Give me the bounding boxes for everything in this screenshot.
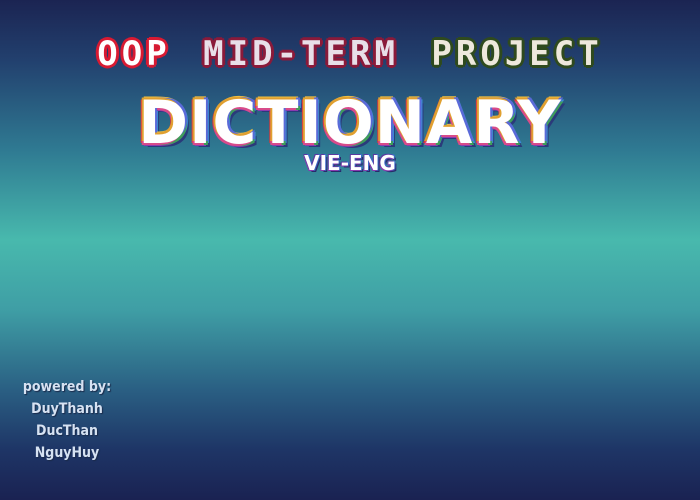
header-word-project: PROJECT [431, 34, 603, 74]
credit-name: DuyThanh [31, 401, 103, 417]
credits-block: powered by: DuyThanh DucThan NguyHuy [22, 376, 112, 464]
splash-screen: { "header": { "words": ["OOP", "MID-TERM… [0, 0, 700, 500]
app-subtitle: VIE-ENG [304, 151, 396, 175]
credits-label: powered by: [22, 379, 112, 395]
credit-name: NguyHuy [34, 445, 100, 461]
header-word-mid-term: MID-TERM [203, 34, 399, 74]
header-word-oop: OOP [97, 34, 171, 74]
credit-name: DucThan [36, 423, 98, 439]
project-header: OOP MID-TERM PROJECT [0, 34, 700, 74]
app-title: DICTIONARY [138, 88, 562, 158]
